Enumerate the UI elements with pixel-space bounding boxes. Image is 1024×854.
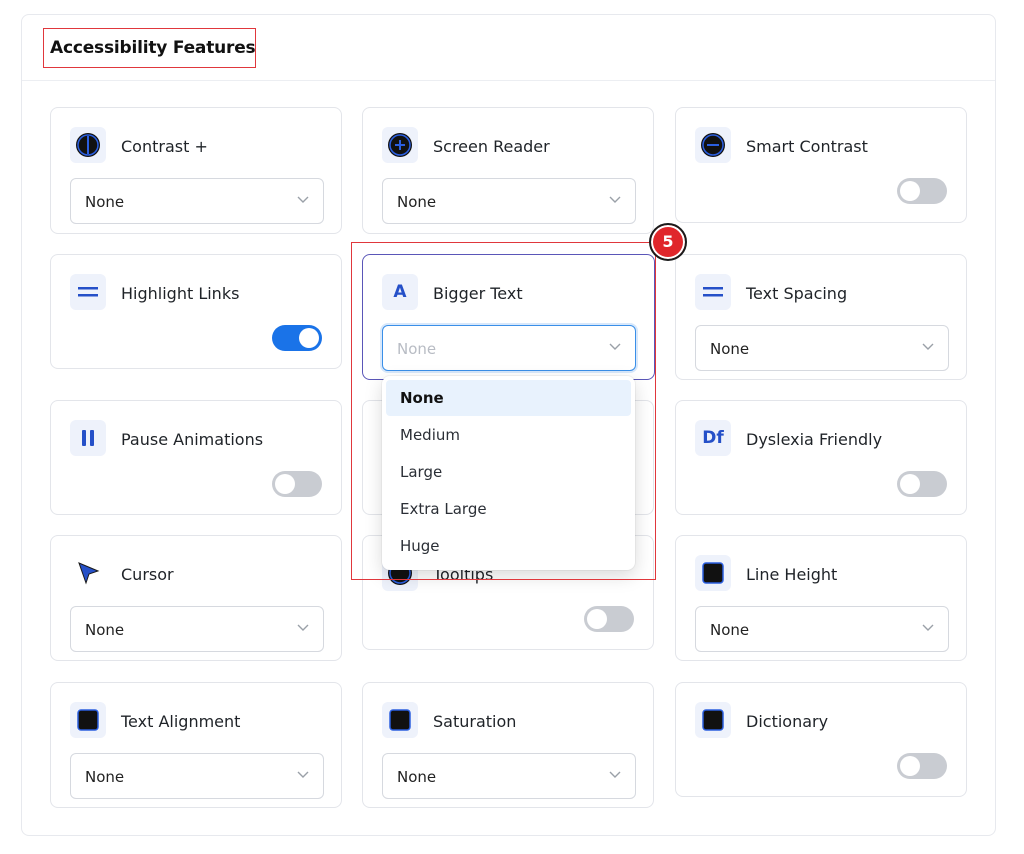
plus-circle-icon [382,127,418,163]
step-number-badge: 5 [649,223,687,261]
card-highlight-links: Highlight Links [50,254,342,369]
contrast-icon [70,127,106,163]
pause-icon [70,420,106,456]
card-label: Dyslexia Friendly [746,430,883,449]
cursor-arrow-icon [70,555,106,591]
df-icon: Df [695,420,731,456]
toggle-knob [587,609,607,629]
card-label: Line Height [746,565,838,584]
select-value: None [85,768,125,786]
card-label: Highlight Links [121,284,240,303]
text-alignment-select[interactable]: None [70,753,324,799]
text-spacing-select[interactable]: None [695,325,949,371]
saturation-select[interactable]: None [382,753,636,799]
card-label: Cursor [121,565,174,584]
select-value: None [85,621,125,639]
equals-icon [70,274,106,310]
toggle-knob [299,328,319,348]
card-smart-contrast: Smart Contrast [675,107,967,223]
screen-reader-select[interactable]: None [382,178,636,224]
card-text-spacing: Text Spacing None [675,254,967,380]
chevron-down-icon [297,624,309,631]
line-height-select[interactable]: None [695,606,949,652]
card-label: Smart Contrast [746,137,868,156]
highlight-links-toggle[interactable] [272,325,322,351]
dyslexia-friendly-toggle[interactable] [897,471,947,497]
icon-glyph: Df [702,428,724,448]
annotation-highlight-title [43,28,256,68]
card-label: Text Spacing [746,284,848,303]
toggle-knob [275,474,295,494]
card-cursor: Cursor None [50,535,342,661]
annotation-highlight-dropdown [351,242,656,580]
card-pause-animations: Pause Animations [50,400,342,515]
chevron-down-icon [297,196,309,203]
card-dictionary: Dictionary [675,682,967,797]
card-label: Screen Reader [433,137,550,156]
minus-circle-icon [695,127,731,163]
card-label: Saturation [433,712,517,731]
chevron-down-icon [609,771,621,778]
select-value: None [710,340,750,358]
tooltips-toggle[interactable] [584,606,634,632]
chevron-down-icon [609,196,621,203]
card-line-height: Line Height None [675,535,967,661]
contrast-select[interactable]: None [70,178,324,224]
panel-divider [22,80,995,81]
square-icon [70,702,106,738]
equals-icon [695,274,731,310]
select-value: None [85,193,125,211]
toggle-knob [900,756,920,776]
card-saturation: Saturation None [362,682,654,808]
chevron-down-icon [922,624,934,631]
square-icon [695,555,731,591]
square-icon [382,702,418,738]
card-label: Text Alignment [121,712,241,731]
card-text-alignment: Text Alignment None [50,682,342,808]
chevron-down-icon [922,343,934,350]
smart-contrast-toggle[interactable] [897,178,947,204]
card-dyslexia-friendly: Df Dyslexia Friendly [675,400,967,515]
card-contrast: Contrast + None [50,107,342,234]
card-label: Contrast + [121,137,208,156]
card-label: Pause Animations [121,430,264,449]
pause-animations-toggle[interactable] [272,471,322,497]
select-value: None [397,768,437,786]
select-value: None [710,621,750,639]
toggle-knob [900,474,920,494]
toggle-knob [900,181,920,201]
dictionary-toggle[interactable] [897,753,947,779]
select-value: None [397,193,437,211]
card-label: Dictionary [746,712,829,731]
cursor-select[interactable]: None [70,606,324,652]
chevron-down-icon [297,771,309,778]
card-screen-reader: Screen Reader None [362,107,654,234]
square-icon [695,702,731,738]
